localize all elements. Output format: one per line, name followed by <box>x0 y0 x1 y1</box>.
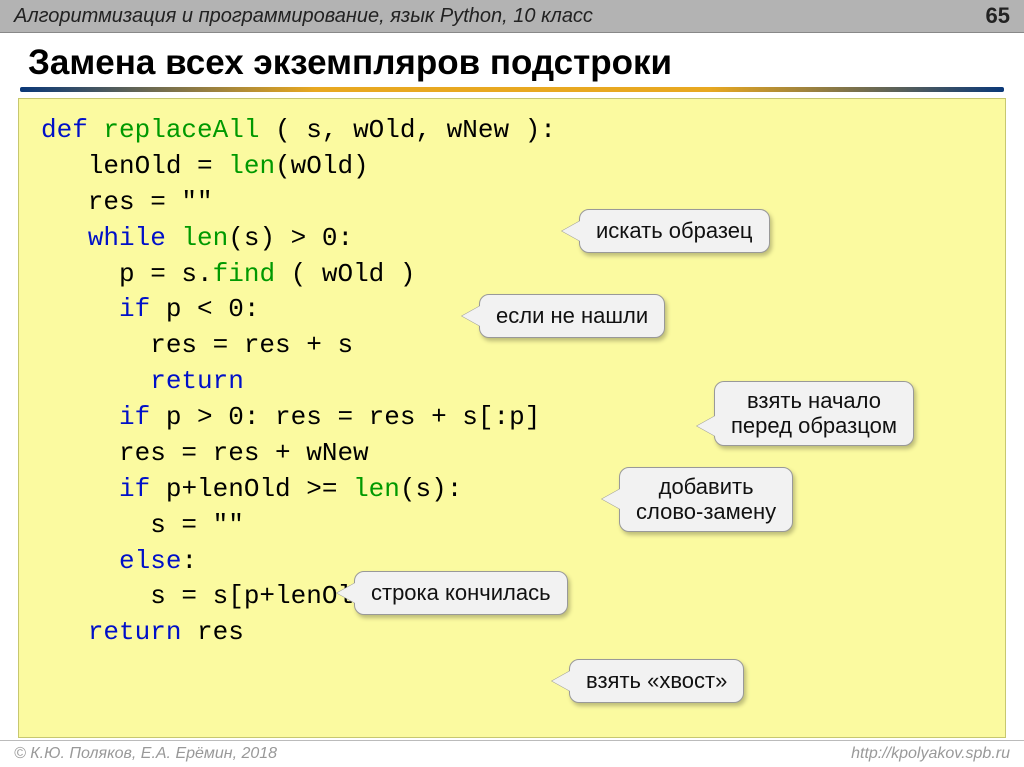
page-number: 65 <box>986 3 1010 29</box>
code-line: s = "" <box>41 508 987 544</box>
code-line: p = s.find ( wOld ) <box>41 257 987 293</box>
code-line: res = "" <box>41 185 987 221</box>
callout-search-sample: искать образец <box>579 209 770 253</box>
callout-not-found: если не нашли <box>479 294 665 338</box>
course-title: Алгоритмизация и программирование, язык … <box>14 5 593 28</box>
footer: © К.Ю. Поляков, Е.А. Ерёмин, 2018 http:/… <box>0 740 1024 767</box>
footer-url: http://kpolyakov.spb.ru <box>851 745 1010 763</box>
header-bar: Алгоритмизация и программирование, язык … <box>0 0 1024 33</box>
code-line: lenOld = len(wOld) <box>41 149 987 185</box>
code-line: while len(s) > 0: <box>41 221 987 257</box>
code-line: if p+lenOld >= len(s): <box>41 472 987 508</box>
title-underline <box>20 87 1004 92</box>
callout-string-ended: строка кончилась <box>354 571 568 615</box>
callout-take-tail: взять «хвост» <box>569 659 744 703</box>
code-line: def replaceAll ( s, wOld, wNew ): <box>41 113 987 149</box>
page-title: Замена всех экземпляров подстроки <box>0 33 1024 87</box>
code-block: def replaceAll ( s, wOld, wNew ): lenOld… <box>18 98 1006 738</box>
callout-add-replacement: добавить слово-замену <box>619 467 793 532</box>
code-line: return res <box>41 615 987 651</box>
callout-take-prefix: взять начало перед образцом <box>714 381 914 446</box>
copyright: © К.Ю. Поляков, Е.А. Ерёмин, 2018 <box>14 745 277 763</box>
